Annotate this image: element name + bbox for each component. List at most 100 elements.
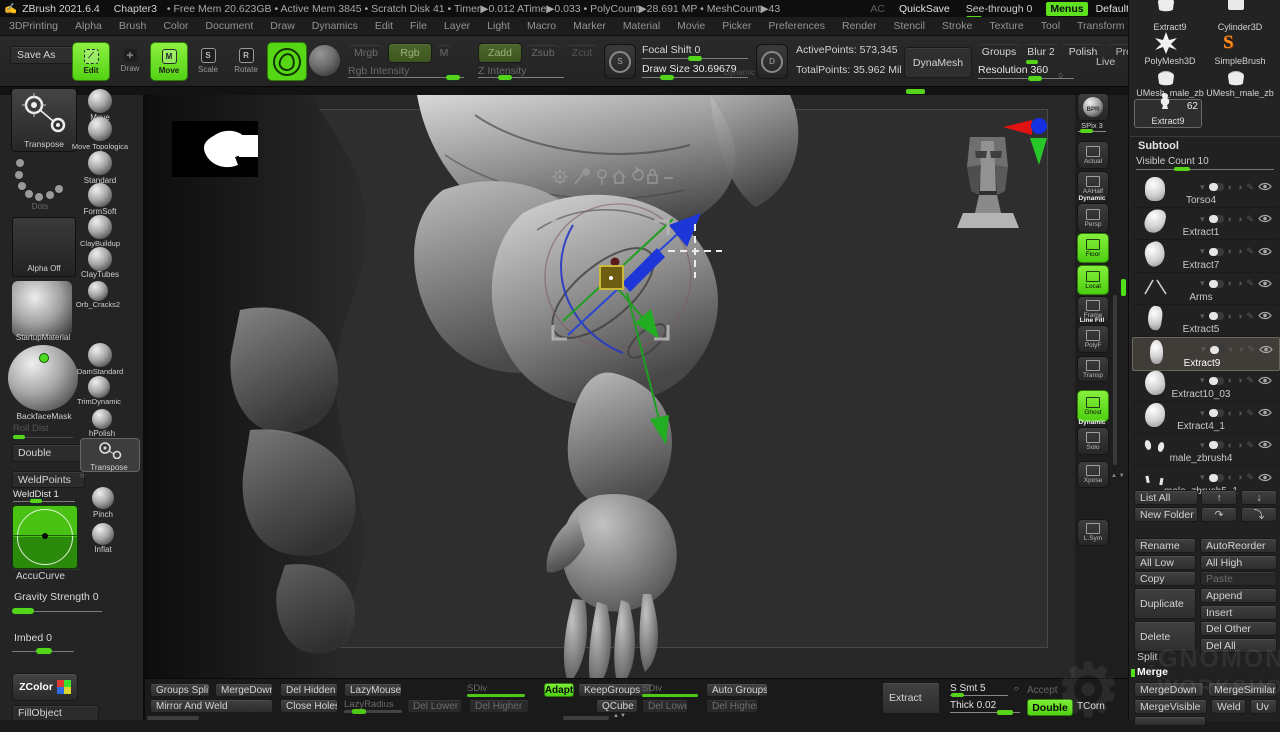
tool-item-selected-extract9[interactable]: 62Extract9 [1134,99,1202,128]
append-button[interactable]: Append [1200,588,1277,603]
chevron-down-icon[interactable]: ▾ [1200,183,1205,192]
polypaint-toggle-icon[interactable] [1210,346,1225,354]
list_all-button[interactable]: List All [1134,490,1198,505]
lazyradius-handle[interactable] [352,709,366,714]
chevron-down-icon[interactable]: ▾ [1200,376,1205,385]
see-through-slider[interactable]: See-through 0 [966,3,1033,15]
strip-scroll-arrows[interactable]: ▲ ▼ [1111,473,1125,479]
menu-texture[interactable]: Texture [989,20,1023,32]
groups-split-button[interactable]: Groups Split [150,683,210,697]
subtool-row-extract7[interactable]: ▾◐◑✎Extract7 [1132,240,1278,273]
chevron-down-icon[interactable]: ▾ [1200,441,1205,450]
shade-icon[interactable]: ◐ [1228,441,1233,450]
mrgb-button[interactable]: Mrgb [348,45,384,60]
del-lower-button[interactable]: Del Lower [407,699,462,713]
move-up-button[interactable]: ↑ [1201,490,1237,505]
brush-formsoft[interactable] [88,183,112,207]
brush-orb_cracks2[interactable] [88,281,108,301]
current-material-sphere[interactable] [309,45,340,76]
menu-draw[interactable]: Draw [270,20,295,32]
polypaint-toggle-icon[interactable] [1209,441,1224,449]
edit-button[interactable]: ⟋ Edit [72,42,110,81]
menu-light[interactable]: Light [487,20,510,32]
edit-pen-icon[interactable]: ✎ [1246,215,1254,224]
tool-item-simplebrush[interactable]: SimpleBrush [1205,56,1275,66]
zcut-button[interactable]: Zcut [566,45,598,60]
shade-icon[interactable]: ◐ [1228,376,1233,385]
adapt-button[interactable]: Adapt [544,683,574,697]
save-as-button[interactable]: Save As [10,46,76,64]
brush-damstandard[interactable] [88,343,112,367]
lazymouse-button[interactable]: LazyMouse [344,683,402,697]
contrast-icon[interactable]: ◑ [1237,279,1242,288]
menu-material[interactable]: Material [623,20,660,32]
shade-icon[interactable]: ◐ [1228,409,1233,418]
edit-pen-icon[interactable]: ✎ [1246,473,1254,482]
bottom-scroll-arrows[interactable]: ▲▼ [613,713,627,719]
dynamesh-button[interactable]: DynaMesh [904,47,972,78]
move-down-button[interactable]: ↓ [1241,490,1277,505]
rename-button[interactable]: Rename [1134,538,1196,553]
uv-button[interactable]: Uv [1250,699,1277,714]
draw-button[interactable]: ✛ Draw [113,42,147,79]
current-brush-button[interactable] [267,42,307,81]
mirror-and-weld-button[interactable]: Mirror And Weld [150,699,273,713]
blur-button[interactable]: Blur 2 [1024,44,1058,59]
shade-icon[interactable]: ◐ [1228,183,1233,192]
eye-visibility-icon[interactable] [1258,275,1272,293]
menu-dynamics[interactable]: Dynamics [312,20,358,32]
bottom-scrollbar-mid[interactable] [563,716,609,720]
subtool-row-extract9[interactable]: ▾◐◑✎Extract9 [1132,337,1280,371]
eye-visibility-icon[interactable] [1258,210,1272,228]
polypaint-toggle-icon[interactable] [1209,183,1224,191]
double-toggle-button[interactable]: Double [12,444,83,462]
persp-button[interactable]: Persp [1077,203,1109,233]
polypaint-toggle-icon[interactable] [1209,409,1224,417]
eye-visibility-icon[interactable] [1258,243,1272,261]
subtool-row-extract5[interactable]: ▾◐◑✎Extract5 [1132,304,1278,337]
edit-pen-icon[interactable]: ✎ [1246,279,1254,288]
shade-icon[interactable]: ◐ [1228,473,1233,482]
accu-curve-button[interactable]: AccuCurve [12,569,82,583]
auto_reorder-button[interactable]: AutoReorder [1200,538,1277,553]
keepgroups-button[interactable]: KeepGroups [578,683,652,697]
brush-pinch[interactable] [92,487,114,509]
new_folder-button[interactable]: New Folder [1134,507,1198,522]
lsym-button[interactable]: L.Sym [1077,519,1109,546]
tool-item-umesh_male_zb[interactable]: UMesh_male_zb [1205,88,1275,98]
eye-visibility-icon[interactable] [1258,307,1272,325]
tool-item-cylinder3d[interactable]: Cylinder3D [1205,22,1275,32]
brush-move topologica[interactable] [88,117,112,141]
chevron-down-icon[interactable]: ▾ [1201,345,1206,354]
ghost-button[interactable]: Ghost [1077,390,1109,422]
menu-color[interactable]: Color [163,20,188,32]
contrast-icon[interactable]: ◑ [1237,215,1242,224]
menu-picker[interactable]: Picker [722,20,751,32]
del_other-button[interactable]: Del Other [1200,621,1277,636]
zcolor-button[interactable]: ZColor [12,673,78,701]
menu-3dprinting[interactable]: 3DPrinting [9,20,58,32]
quicksave-button[interactable]: QuickSave [899,3,950,15]
shade-icon[interactable]: ◐ [1228,312,1233,321]
stroke-preview[interactable] [12,155,68,205]
chevron-down-icon[interactable]: ▾ [1200,247,1205,256]
accept-button[interactable]: Accept [1027,685,1058,696]
contrast-icon[interactable]: ◑ [1237,409,1242,418]
del-lower-button[interactable]: Del Lower [642,699,688,713]
subtool-row-arms[interactable]: ▾◐◑✎Arms [1132,272,1278,305]
subtool-row-extract10_03[interactable]: ▾◐◑✎Extract10_03 [1132,369,1278,402]
weld-dist-slider[interactable] [13,501,75,502]
brush-hpolish[interactable] [92,409,112,429]
edit-pen-icon[interactable]: ✎ [1246,247,1254,256]
eye-visibility-icon[interactable] [1258,178,1272,196]
menu-layer[interactable]: Layer [444,20,470,32]
local-button[interactable]: Local [1077,265,1109,295]
qcube-button[interactable]: QCube [596,699,638,713]
chevron-down-icon[interactable]: ▾ [1200,409,1205,418]
duplicate-button[interactable]: Duplicate [1134,588,1196,619]
spix-handle[interactable] [1080,129,1093,133]
brush-trimdynamic[interactable] [88,376,110,398]
contrast-icon[interactable]: ◑ [1237,312,1242,321]
polyf-button[interactable]: PolyF [1077,325,1109,353]
tool-item-polymesh3d[interactable]: PolyMesh3D [1135,56,1205,66]
